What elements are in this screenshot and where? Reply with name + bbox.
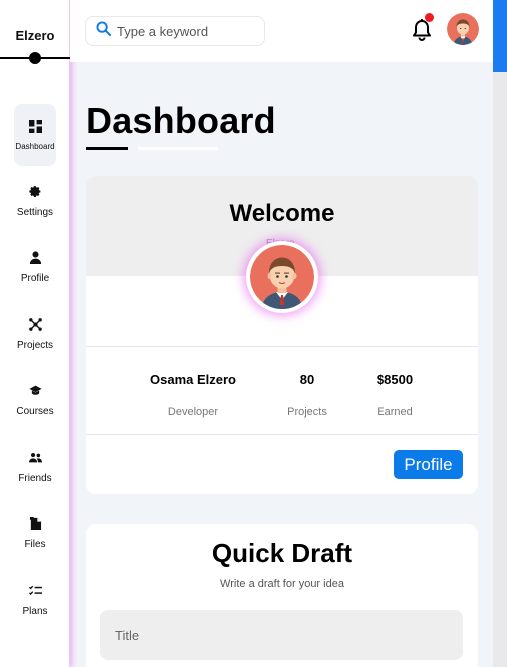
users-icon (28, 451, 42, 465)
stat-earned-value: $8500 (376, 372, 414, 387)
title-underline-light (138, 147, 218, 150)
welcome-card: Welcome Elzero Osama Elzero (86, 176, 478, 494)
quick-draft-title: Quick Draft (211, 538, 353, 568)
stat-role: Developer (133, 406, 253, 418)
title-underline (86, 147, 128, 150)
file-icon (28, 517, 42, 531)
checklist-icon (28, 584, 42, 598)
user-icon (28, 251, 42, 265)
page-title: Dashboard (86, 100, 276, 141)
sidebar-item-label: Courses (16, 405, 54, 417)
brand-logo: Elzero (15, 28, 55, 43)
user-avatar[interactable] (447, 13, 479, 45)
sidebar-item-label: Plans (22, 605, 48, 617)
scrollbar-track[interactable] (493, 0, 507, 667)
notification-badge (425, 13, 434, 22)
stat-earned: $8500 (335, 372, 455, 387)
search-icon (96, 21, 117, 41)
welcome-footer-divider (86, 434, 478, 435)
sidebar-item-label: Friends (18, 472, 52, 484)
stat-earned-label: Earned (377, 406, 413, 418)
profile-button[interactable]: Profile (394, 450, 463, 479)
stat-role-label: Developer (167, 406, 219, 418)
top-header (70, 0, 493, 62)
stat-earned-caption: Earned (335, 406, 455, 418)
sidebar-item-dashboard[interactable]: Dashboard (14, 104, 56, 166)
diagram-icon (28, 318, 42, 332)
sidebar-item-label: Dashboard (15, 141, 55, 151)
sidebar-item-label: Settings (16, 206, 54, 218)
welcome-title: Welcome (229, 200, 335, 227)
sidebar-item-files[interactable]: Files (14, 502, 56, 564)
grid-icon (28, 120, 42, 134)
search-input[interactable] (117, 23, 257, 39)
search-box[interactable] (85, 16, 265, 46)
brand-dot (29, 52, 41, 64)
gear-icon (28, 185, 42, 199)
sidebar-item-settings[interactable]: Settings (14, 170, 56, 232)
graduation-cap-icon (28, 384, 42, 398)
quick-draft-subtitle: Write a draft for your idea (220, 578, 344, 590)
stat-name: Osama Elzero (133, 372, 253, 387)
sidebar: Elzero Dashboard Settings Profile Projec… (0, 0, 70, 667)
sidebar-item-plans[interactable]: Plans (14, 569, 56, 631)
sidebar-item-courses[interactable]: Courses (14, 369, 56, 431)
draft-title-input[interactable] (100, 610, 463, 660)
scrollbar-thumb[interactable] (493, 0, 507, 72)
welcome-divider (86, 346, 478, 347)
welcome-avatar (246, 241, 318, 313)
sidebar-item-label: Profile (20, 272, 50, 284)
sidebar-item-friends[interactable]: Friends (14, 436, 56, 498)
stat-name-value: Osama Elzero (150, 372, 236, 387)
sidebar-item-projects[interactable]: Projects (14, 303, 56, 365)
sidebar-item-profile[interactable]: Profile (14, 236, 56, 298)
quick-draft-card: Quick Draft Write a draft for your idea (86, 524, 478, 667)
sidebar-item-label: Projects (16, 339, 54, 351)
sidebar-item-label: Files (24, 538, 46, 550)
